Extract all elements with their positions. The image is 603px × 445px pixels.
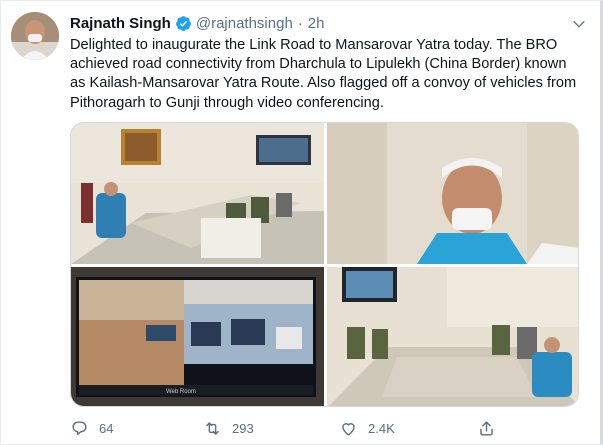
tweet-text: Delighted to inaugurate the Link Road to…	[70, 37, 577, 111]
photo-grid: Web Room	[70, 122, 579, 407]
like-icon	[342, 422, 355, 436]
author-handle[interactable]: @rajnathsingh	[196, 15, 293, 32]
timestamp[interactable]: 2h	[308, 15, 325, 32]
retweet-count: 293	[232, 420, 254, 436]
avatar[interactable]	[11, 12, 59, 60]
verified-badge-icon	[175, 15, 191, 31]
tweet-header: Rajnath Singh @rajnathsingh · 2h	[70, 13, 324, 33]
like-button[interactable]: 2.4K	[339, 419, 395, 438]
share-icon	[480, 420, 493, 436]
photo-1[interactable]	[71, 123, 324, 264]
retweet-icon	[206, 421, 219, 435]
share-button[interactable]	[477, 419, 496, 438]
separator-dot: ·	[297, 14, 303, 32]
retweet-button[interactable]: 293	[203, 419, 254, 438]
photo-4[interactable]	[327, 267, 578, 406]
reply-count: 64	[99, 420, 114, 436]
web-room-label: Web Room	[166, 389, 196, 395]
chevron-down-icon[interactable]	[571, 16, 587, 32]
reply-button[interactable]: 64	[70, 419, 113, 438]
photo-2[interactable]	[327, 123, 578, 264]
reply-icon	[72, 420, 87, 435]
tweet-actions: 64 293 2.4K	[66, 415, 506, 441]
photo-3[interactable]: Web Room	[71, 267, 324, 406]
author-name[interactable]: Rajnath Singh	[70, 15, 171, 32]
like-count: 2.4K	[368, 420, 395, 436]
